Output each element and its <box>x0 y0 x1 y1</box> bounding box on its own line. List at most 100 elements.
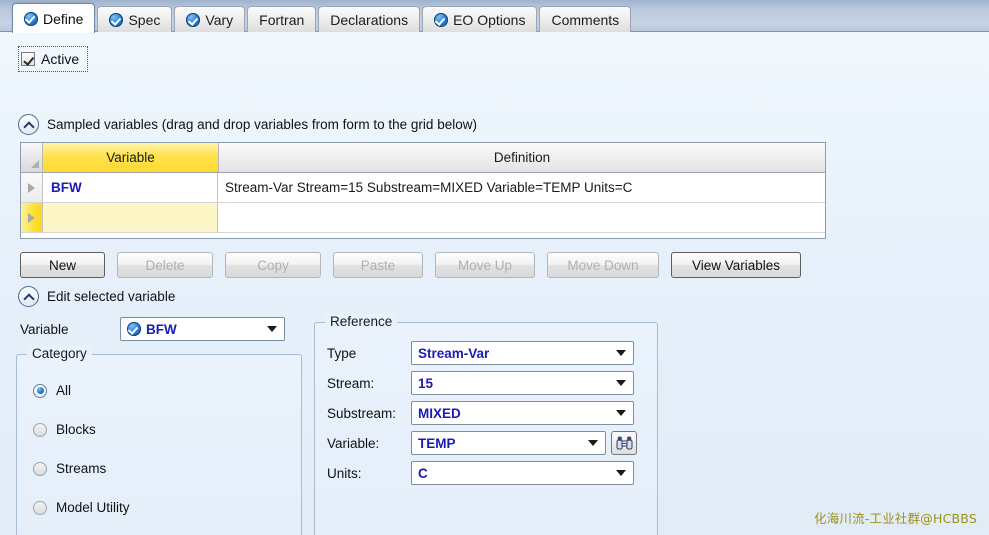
watermark-text: 化海川流-工业社群@HCBBS <box>813 511 977 526</box>
sampled-variables-grid[interactable]: Variable Definition BFW Stream-Var Strea… <box>20 142 826 239</box>
status-check-icon <box>434 13 449 27</box>
tab-label: Define <box>43 10 84 27</box>
delete-button: Delete <box>117 252 213 278</box>
table-row[interactable]: BFW Stream-Var Stream=15 Substream=MIXED… <box>21 173 825 203</box>
tab-declarations[interactable]: Declarations <box>318 6 421 33</box>
active-checkbox-label: Active <box>41 51 80 67</box>
reference-units-label: Units: <box>327 465 362 481</box>
tab-spec[interactable]: Spec <box>97 6 173 33</box>
copy-button: Copy <box>225 252 321 278</box>
reference-variable-label: Variable: <box>327 435 380 451</box>
cell-definition[interactable]: Stream-Var Stream=15 Substream=MIXED Var… <box>218 173 825 203</box>
tab-fortran[interactable]: Fortran <box>247 6 317 33</box>
view-variables-button[interactable]: View Variables <box>671 252 801 278</box>
find-variable-button[interactable] <box>611 431 637 455</box>
category-group: Category All Blocks Streams Model Utilit… <box>16 346 302 535</box>
aspen-define-form: Define Spec Vary Fortran Declarations EO… <box>0 0 989 535</box>
grid-header-definition[interactable]: Definition <box>219 143 825 173</box>
paste-button: Paste <box>333 252 423 278</box>
grid-select-all-corner[interactable] <box>21 143 43 173</box>
sampled-variables-title: Sampled variables (drag and drop variabl… <box>47 117 477 132</box>
status-check-icon <box>24 11 38 26</box>
radio-category-blocks[interactable]: Blocks <box>33 422 96 437</box>
move-up-button: Move Up <box>435 252 535 278</box>
tab-define[interactable]: Define <box>12 3 96 33</box>
radio-selected-icon[interactable] <box>33 383 47 398</box>
tab-comments[interactable]: Comments <box>539 6 632 33</box>
tab-vary[interactable]: Vary <box>174 6 246 33</box>
binoculars-icon <box>616 436 632 450</box>
reference-stream-label: Stream: <box>327 375 375 391</box>
table-row-new[interactable] <box>21 203 825 233</box>
new-button[interactable]: New <box>20 252 105 278</box>
chevron-down-icon[interactable] <box>616 380 626 386</box>
active-checkbox[interactable]: Active <box>18 46 89 72</box>
tab-label: Spec <box>128 12 161 28</box>
chevron-down-icon[interactable] <box>616 470 626 476</box>
reference-variable-field: Variable: TEMP <box>327 431 637 455</box>
radio-category-all[interactable]: All <box>33 383 71 398</box>
row-indicator-arrow-icon[interactable] <box>21 203 43 233</box>
chevron-up-icon[interactable] <box>18 114 39 135</box>
edit-variable-section-header: Edit selected variable <box>18 286 175 307</box>
reference-stream-value: 15 <box>418 375 434 391</box>
variable-selector-row: Variable BFW <box>20 317 285 341</box>
reference-type-combobox[interactable]: Stream-Var <box>411 341 634 365</box>
reference-variable-combobox[interactable]: TEMP <box>411 431 606 455</box>
reference-stream-combobox[interactable]: 15 <box>411 371 634 395</box>
radio-unselected-icon[interactable] <box>33 461 47 476</box>
tab-list: Define Spec Vary Fortran Declarations EO… <box>12 3 632 33</box>
chevron-down-icon[interactable] <box>616 350 626 356</box>
reference-variable-value: TEMP <box>418 435 456 451</box>
tab-eo-options[interactable]: EO Options <box>422 6 538 33</box>
status-check-icon <box>127 322 141 336</box>
tab-label: Fortran <box>259 12 305 28</box>
chevron-down-icon[interactable] <box>616 410 626 416</box>
reference-units-combobox[interactable]: C <box>411 461 634 485</box>
radio-label: Model Utility <box>56 500 130 515</box>
cell-variable[interactable]: BFW <box>43 173 218 203</box>
reference-substream-field: Substream: MIXED <box>327 401 634 425</box>
move-down-button: Move Down <box>547 252 659 278</box>
reference-units-field: Units: C <box>327 461 634 485</box>
status-check-icon <box>186 13 201 27</box>
radio-label: Streams <box>56 461 107 476</box>
reference-substream-value: MIXED <box>418 405 461 421</box>
chevron-down-icon[interactable] <box>588 440 598 446</box>
reference-type-field: Type Stream-Var <box>327 341 634 365</box>
sampled-variables-section-header: Sampled variables (drag and drop variabl… <box>18 114 477 135</box>
checkbox-checked-icon[interactable] <box>21 52 35 66</box>
reference-type-value: Stream-Var <box>418 345 490 361</box>
tab-label: Declarations <box>330 12 409 28</box>
radio-unselected-icon[interactable] <box>33 500 47 515</box>
grid-action-buttons: New Delete Copy Paste Move Up Move Down … <box>20 252 801 278</box>
radio-unselected-icon[interactable] <box>33 422 47 437</box>
cell-variable[interactable] <box>43 203 218 233</box>
tab-label: Vary <box>205 12 234 28</box>
radio-label: All <box>56 383 72 398</box>
variable-combobox[interactable]: BFW <box>120 317 285 341</box>
chevron-down-icon[interactable] <box>267 326 277 332</box>
reference-substream-label: Substream: <box>327 405 397 421</box>
radio-category-model-utility[interactable]: Model Utility <box>33 500 130 515</box>
reference-stream-field: Stream: 15 <box>327 371 634 395</box>
define-panel: Active Sampled variables (drag and drop … <box>0 32 989 535</box>
cell-definition[interactable] <box>218 203 825 233</box>
edit-variable-title: Edit selected variable <box>47 289 176 304</box>
row-indicator-arrow-icon[interactable] <box>21 173 43 203</box>
chevron-up-icon[interactable] <box>18 286 39 307</box>
variable-combobox-value: BFW <box>127 322 261 337</box>
tab-label: Comments <box>551 12 620 28</box>
radio-label: Blocks <box>56 422 96 437</box>
category-legend: Category <box>27 346 92 361</box>
grid-header-variable[interactable]: Variable <box>43 143 219 173</box>
reference-legend: Reference <box>325 314 398 329</box>
variable-label: Variable <box>20 321 69 337</box>
reference-group: Reference Type Stream-Var Stream: 15 Sub… <box>314 314 658 535</box>
reference-substream-combobox[interactable]: MIXED <box>411 401 634 425</box>
status-check-icon <box>109 13 124 27</box>
radio-category-streams[interactable]: Streams <box>33 461 106 476</box>
grid-header-row: Variable Definition <box>21 143 825 173</box>
reference-type-label: Type <box>327 345 357 361</box>
reference-units-value: C <box>418 465 428 481</box>
